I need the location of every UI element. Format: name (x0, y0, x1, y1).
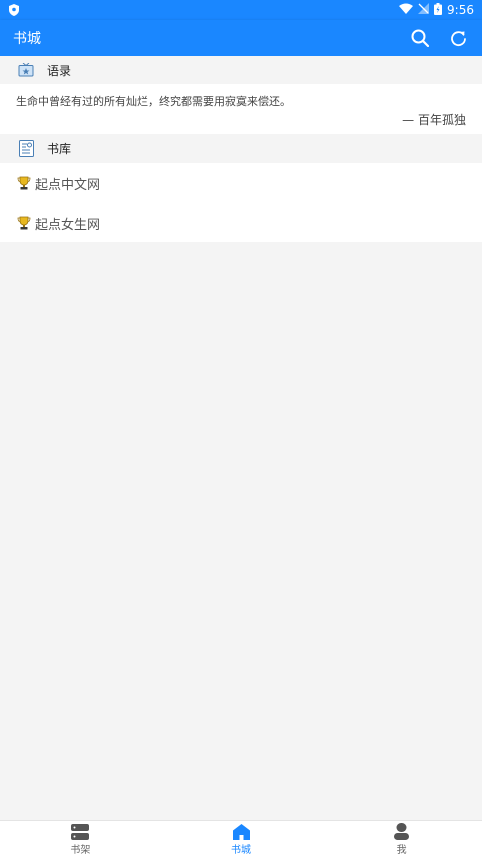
library-item-label: 起点女生网 (35, 217, 101, 233)
library-section-title: 书库 (47, 141, 72, 156)
shield-icon (9, 1, 19, 20)
user-icon (394, 823, 410, 840)
status-bar: 9:56 (0, 0, 482, 20)
library-item-qidian-chinese[interactable]: 起点中文网 (0, 163, 482, 203)
quote-author: — 百年孤独 (402, 113, 466, 127)
status-time: 9:56 (447, 3, 474, 17)
search-icon (411, 29, 429, 47)
quote-card: 生命中曾经有过的所有灿烂，终究都需要用寂寞来偿还。 — 百年孤独 (0, 84, 482, 134)
quote-section-header: 语录 (0, 56, 482, 84)
bottom-nav: 书架 书城 我 (0, 820, 482, 858)
library-item-qidian-female[interactable]: 起点女生网 (0, 203, 482, 243)
nav-item-me[interactable]: 我 (321, 821, 482, 858)
library-card-icon (17, 139, 35, 157)
quote-text: 生命中曾经有过的所有灿烂，终究都需要用寂寞来偿还。 (16, 95, 291, 108)
app-bar: 书城 (0, 20, 482, 56)
library-section-header: 书库 (0, 134, 482, 162)
no-signal-icon (418, 3, 430, 17)
home-icon (232, 823, 250, 840)
page-title: 书城 (13, 31, 41, 47)
library-list: 起点中文网 起点女生网 (0, 163, 482, 242)
nav-item-bookstore[interactable]: 书城 (161, 821, 322, 858)
bookshelf-icon (71, 823, 90, 840)
library-item-label: 起点中文网 (35, 177, 101, 193)
refresh-icon (450, 30, 466, 46)
nav-label: 我 (396, 845, 407, 856)
battery-icon (434, 2, 443, 18)
trophy-icon (16, 216, 31, 231)
nav-item-bookshelf[interactable]: 书架 (0, 821, 161, 858)
nav-label: 书城 (231, 844, 251, 856)
trophy-icon (16, 176, 31, 191)
tv-icon (17, 61, 35, 79)
wifi-icon (399, 3, 414, 17)
quote-section-title: 语录 (47, 63, 72, 78)
refresh-button[interactable] (448, 28, 468, 48)
nav-label: 书架 (70, 844, 91, 856)
search-button[interactable] (410, 28, 430, 48)
